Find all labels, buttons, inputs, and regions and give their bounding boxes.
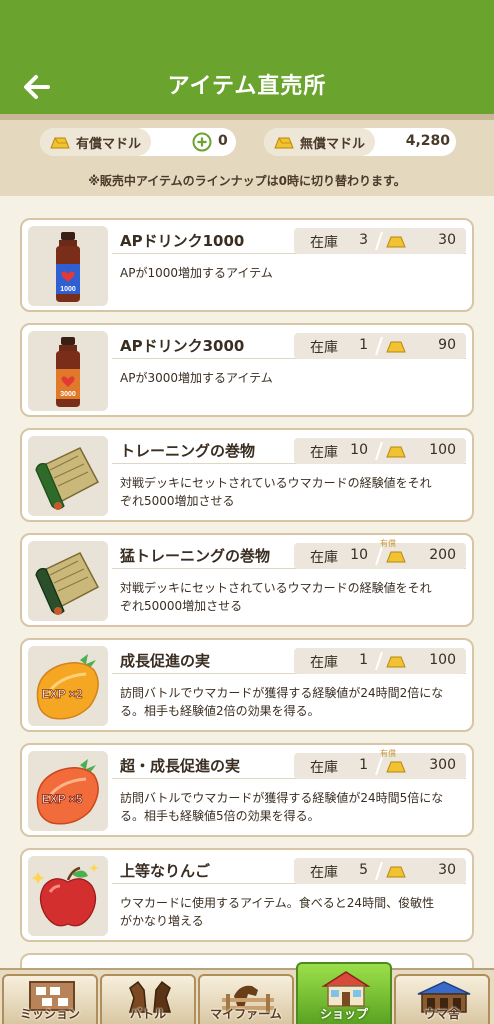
stock-price-box: 在庫 1 100 [294, 648, 466, 674]
item-price: 200 [429, 547, 456, 563]
nav-mission[interactable]: ミッション [2, 974, 98, 1024]
app-header: アイテム直売所 [0, 0, 494, 114]
item-name: 成長促進の実 [120, 652, 211, 670]
stock-count: 1 [359, 757, 368, 773]
divider [375, 861, 383, 881]
lineup-notice: ※販売中アイテムのラインナップは0時に切り替わります。 [88, 174, 406, 188]
gold-bar-icon [386, 446, 406, 458]
item-description: 訪問バトルでウマカードが獲得する経験値が24時間2倍にな る。相手も経験値2倍の効… [120, 686, 444, 718]
page-title: アイテム直売所 [167, 74, 327, 99]
item-name: APドリンク1000 [120, 232, 245, 250]
paid-medal-label: 有償マドル [40, 128, 152, 156]
stock-label: 在庫 [310, 760, 338, 776]
item-description: APが1000増加するアイテム [120, 266, 273, 280]
shop-item-card[interactable]: 1000 APドリンク1000 在庫 3 30 APが1000増加するアイテム [20, 218, 474, 312]
stock-price-box: 在庫 3 30 [294, 228, 466, 254]
stock-label: 在庫 [310, 655, 338, 671]
stock-price-box: 在庫 1 有償 300 [294, 749, 466, 779]
item-name: トレーニングの巻物 [120, 442, 256, 460]
stock-label: 在庫 [310, 865, 338, 881]
divider [375, 441, 383, 461]
item-description: 対戦デッキにセットされているウマカードの経験値をそれ ぞれ50000増加させる [120, 581, 432, 613]
shop-item-card[interactable]: 猛トレーニングの巻物 在庫 10 有償 200 対戦デッキにセットされているウマ… [20, 533, 474, 627]
shop-item-card[interactable]: 3000 APドリンク3000 在庫 1 90 APが3000増加するアイテム [20, 323, 474, 417]
ap-drink-3000-icon: 3000 [28, 331, 108, 411]
stock-price-box: 在庫 5 30 [294, 858, 466, 884]
ap-drink-1000-icon: 1000 [28, 226, 108, 306]
item-price: 90 [438, 337, 456, 353]
growth-fruit-x5-icon: EXP ×5 [28, 751, 108, 831]
divider [375, 231, 383, 251]
item-name: 猛トレーニングの巻物 [120, 547, 271, 565]
item-name: 上等なりんご [120, 862, 211, 880]
item-price: 30 [438, 232, 456, 248]
svg-text:1000: 1000 [60, 286, 76, 293]
item-price: 100 [429, 652, 456, 668]
bottom-nav: ミッション バトル マイファーム ショップ ウマ舎 [0, 962, 494, 1024]
apple-icon [28, 856, 108, 936]
gold-bar-icon [50, 137, 70, 149]
free-medal-label: 無償マドル [264, 128, 376, 156]
stock-label: 在庫 [310, 445, 338, 461]
item-description: 訪問バトルでウマカードが獲得する経験値が24時間5倍にな る。相手も経験値5倍の効… [120, 791, 444, 823]
gold-bar-icon [386, 866, 406, 878]
stock-label: 在庫 [310, 550, 338, 566]
shop-item-list[interactable]: 1000 APドリンク1000 在庫 3 30 APが1000増加するアイテム … [0, 196, 494, 968]
stock-count: 10 [350, 442, 368, 458]
item-price: 300 [429, 757, 456, 773]
stock-count: 3 [359, 232, 368, 248]
stock-count: 1 [359, 652, 368, 668]
gold-bar-icon [386, 236, 406, 248]
gold-bar-icon [386, 341, 406, 353]
item-name: 超・成長促進の実 [120, 757, 241, 775]
training-scroll-icon [28, 436, 108, 516]
intense-training-scroll-icon [28, 541, 108, 621]
shop-item-card[interactable]: トレーニングの巻物 在庫 10 100 対戦デッキにセットされているウマカードの… [20, 428, 474, 522]
shop-house-icon [321, 971, 371, 1007]
gold-bar-icon [386, 551, 406, 563]
stock-count: 1 [359, 337, 368, 353]
gold-bar-icon [386, 761, 406, 773]
item-price: 30 [438, 862, 456, 878]
shop-item-card[interactable]: EXP ×5 超・成長促進の実 在庫 1 有償 300 訪問バトルでウマカードが… [20, 743, 474, 837]
stock-price-box: 在庫 1 90 [294, 333, 466, 359]
item-description: APが3000増加するアイテム [120, 371, 273, 385]
svg-text:EXP ×5: EXP ×5 [42, 792, 83, 806]
shop-item-card[interactable] [20, 953, 474, 968]
item-description: ウマカードに使用するアイテム。食べると24時間、俊敏性 がかなり増える [120, 896, 435, 928]
stock-label: 在庫 [310, 235, 338, 251]
divider [375, 651, 383, 671]
nav-shop[interactable]: ショップ [296, 962, 392, 1024]
stock-price-box: 在庫 10 100 [294, 438, 466, 464]
stock-label: 在庫 [310, 340, 338, 356]
item-name: APドリンク3000 [120, 337, 245, 355]
gold-bar-icon [274, 137, 294, 149]
nav-battle[interactable]: バトル [100, 974, 196, 1024]
divider [375, 336, 383, 356]
item-description: 対戦デッキにセットされているウマカードの経験値をそれ ぞれ5000増加させる [120, 476, 432, 508]
add-paid-medal-icon[interactable] [192, 132, 212, 152]
gold-bar-icon [386, 656, 406, 668]
paid-medal-value: 0 [218, 133, 228, 149]
shop-item-card[interactable]: EXP ×2 成長促進の実 在庫 1 100 訪問バトルでウマカードが獲得する経… [20, 638, 474, 732]
item-price: 100 [429, 442, 456, 458]
stock-count: 10 [350, 547, 368, 563]
nav-stable[interactable]: ウマ舎 [394, 974, 490, 1024]
stock-count: 5 [359, 862, 368, 878]
svg-text:EXP ×2: EXP ×2 [42, 687, 83, 701]
nav-my-farm[interactable]: マイファーム [198, 974, 294, 1024]
shop-item-card[interactable]: 上等なりんご 在庫 5 30 ウマカードに使用するアイテム。食べると24時間、俊… [20, 848, 474, 942]
free-medal-value: 4,280 [405, 133, 450, 149]
growth-fruit-x2-icon: EXP ×2 [28, 646, 108, 726]
stock-price-box: 在庫 10 有償 200 [294, 539, 466, 569]
svg-text:3000: 3000 [60, 391, 76, 398]
